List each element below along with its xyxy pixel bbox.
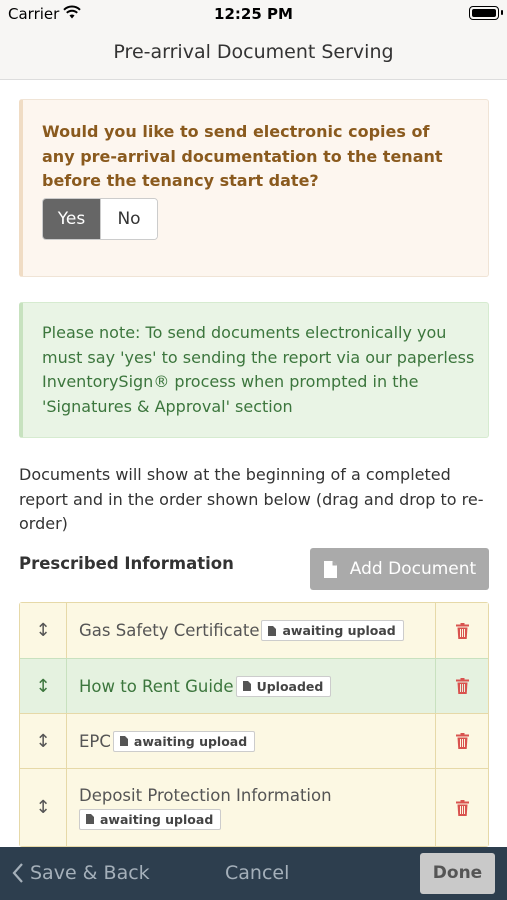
- document-list: ↕ Gas Safety Certificate awaiting upload: [19, 602, 489, 847]
- document-row[interactable]: ↕ Gas Safety Certificate awaiting upload: [20, 603, 488, 658]
- drag-handle-icon[interactable]: ↕: [20, 769, 67, 846]
- done-button[interactable]: Done: [420, 853, 495, 894]
- trash-icon: [455, 622, 469, 639]
- document-info: Gas Safety Certificate awaiting upload: [67, 603, 435, 658]
- file-icon: [242, 681, 251, 691]
- file-icon: [86, 814, 94, 824]
- document-row[interactable]: ↕ How to Rent Guide Uploaded: [20, 658, 488, 713]
- file-icon: [119, 736, 128, 746]
- yes-button[interactable]: Yes: [43, 199, 100, 239]
- status-badge: awaiting upload: [79, 808, 222, 830]
- no-button[interactable]: No: [100, 199, 157, 239]
- document-row[interactable]: ↕ Deposit Protection Information awaitin…: [20, 768, 488, 846]
- battery-icon: [469, 6, 503, 20]
- save-and-back-label: Save & Back: [30, 862, 150, 884]
- cancel-button[interactable]: Cancel: [225, 862, 289, 884]
- delete-button[interactable]: [435, 659, 488, 713]
- save-and-back-button[interactable]: Save & Back: [12, 862, 150, 884]
- file-icon: [268, 625, 277, 636]
- file-icon: [323, 560, 337, 578]
- documents-info-text: Documents will show at the beginning of …: [19, 465, 484, 533]
- document-info: How to Rent Guide Uploaded: [67, 659, 435, 713]
- status-badge-label: awaiting upload: [282, 623, 396, 638]
- section-heading: Prescribed Information: [19, 554, 234, 573]
- drag-handle-icon[interactable]: ↕: [20, 659, 67, 713]
- status-badge-label: awaiting upload: [133, 733, 248, 749]
- question-text: Would you like to send electronic copies…: [42, 122, 443, 190]
- trash-icon: [455, 799, 469, 816]
- delete-button[interactable]: [435, 603, 488, 658]
- chevron-left-icon: [12, 863, 23, 883]
- delete-button[interactable]: [435, 714, 488, 768]
- page-title: Pre-arrival Document Serving: [113, 41, 394, 63]
- document-title: EPC: [79, 731, 111, 751]
- drag-handle-icon[interactable]: ↕: [20, 714, 67, 768]
- clock: 12:25 PM: [214, 5, 293, 23]
- document-info: EPC awaiting upload: [67, 714, 435, 768]
- status-badge: awaiting upload: [112, 730, 256, 752]
- main-content[interactable]: Would you like to send electronic copies…: [0, 80, 507, 847]
- drag-handle-icon[interactable]: ↕: [20, 603, 67, 658]
- trash-icon: [455, 733, 469, 749]
- status-bar: Carrier 12:25 PM: [0, 0, 507, 28]
- add-document-label: Add Document: [349, 559, 477, 579]
- document-title: Gas Safety Certificate: [79, 621, 260, 640]
- navigation-bar: Pre-arrival Document Serving: [0, 28, 507, 80]
- status-badge-label: Uploaded: [256, 678, 324, 694]
- note-panel: Please note: To send documents electroni…: [19, 302, 489, 438]
- add-document-button[interactable]: Add Document: [310, 548, 489, 590]
- status-badge: awaiting upload: [261, 620, 404, 641]
- document-row[interactable]: ↕ EPC awaiting upload: [20, 713, 488, 768]
- status-badge: Uploaded: [235, 675, 332, 697]
- bottom-toolbar: Save & Back Cancel Done: [0, 847, 507, 900]
- document-title: Deposit Protection Information: [79, 785, 332, 805]
- document-info: Deposit Protection Information awaiting …: [67, 769, 435, 846]
- yes-no-toggle: Yes No: [42, 198, 158, 240]
- document-title: How to Rent Guide: [79, 676, 234, 696]
- delete-button[interactable]: [435, 769, 488, 846]
- status-badge-label: awaiting upload: [100, 811, 214, 827]
- note-text: Please note: To send documents electroni…: [42, 323, 475, 416]
- question-panel: Would you like to send electronic copies…: [19, 99, 489, 277]
- trash-icon: [455, 678, 469, 694]
